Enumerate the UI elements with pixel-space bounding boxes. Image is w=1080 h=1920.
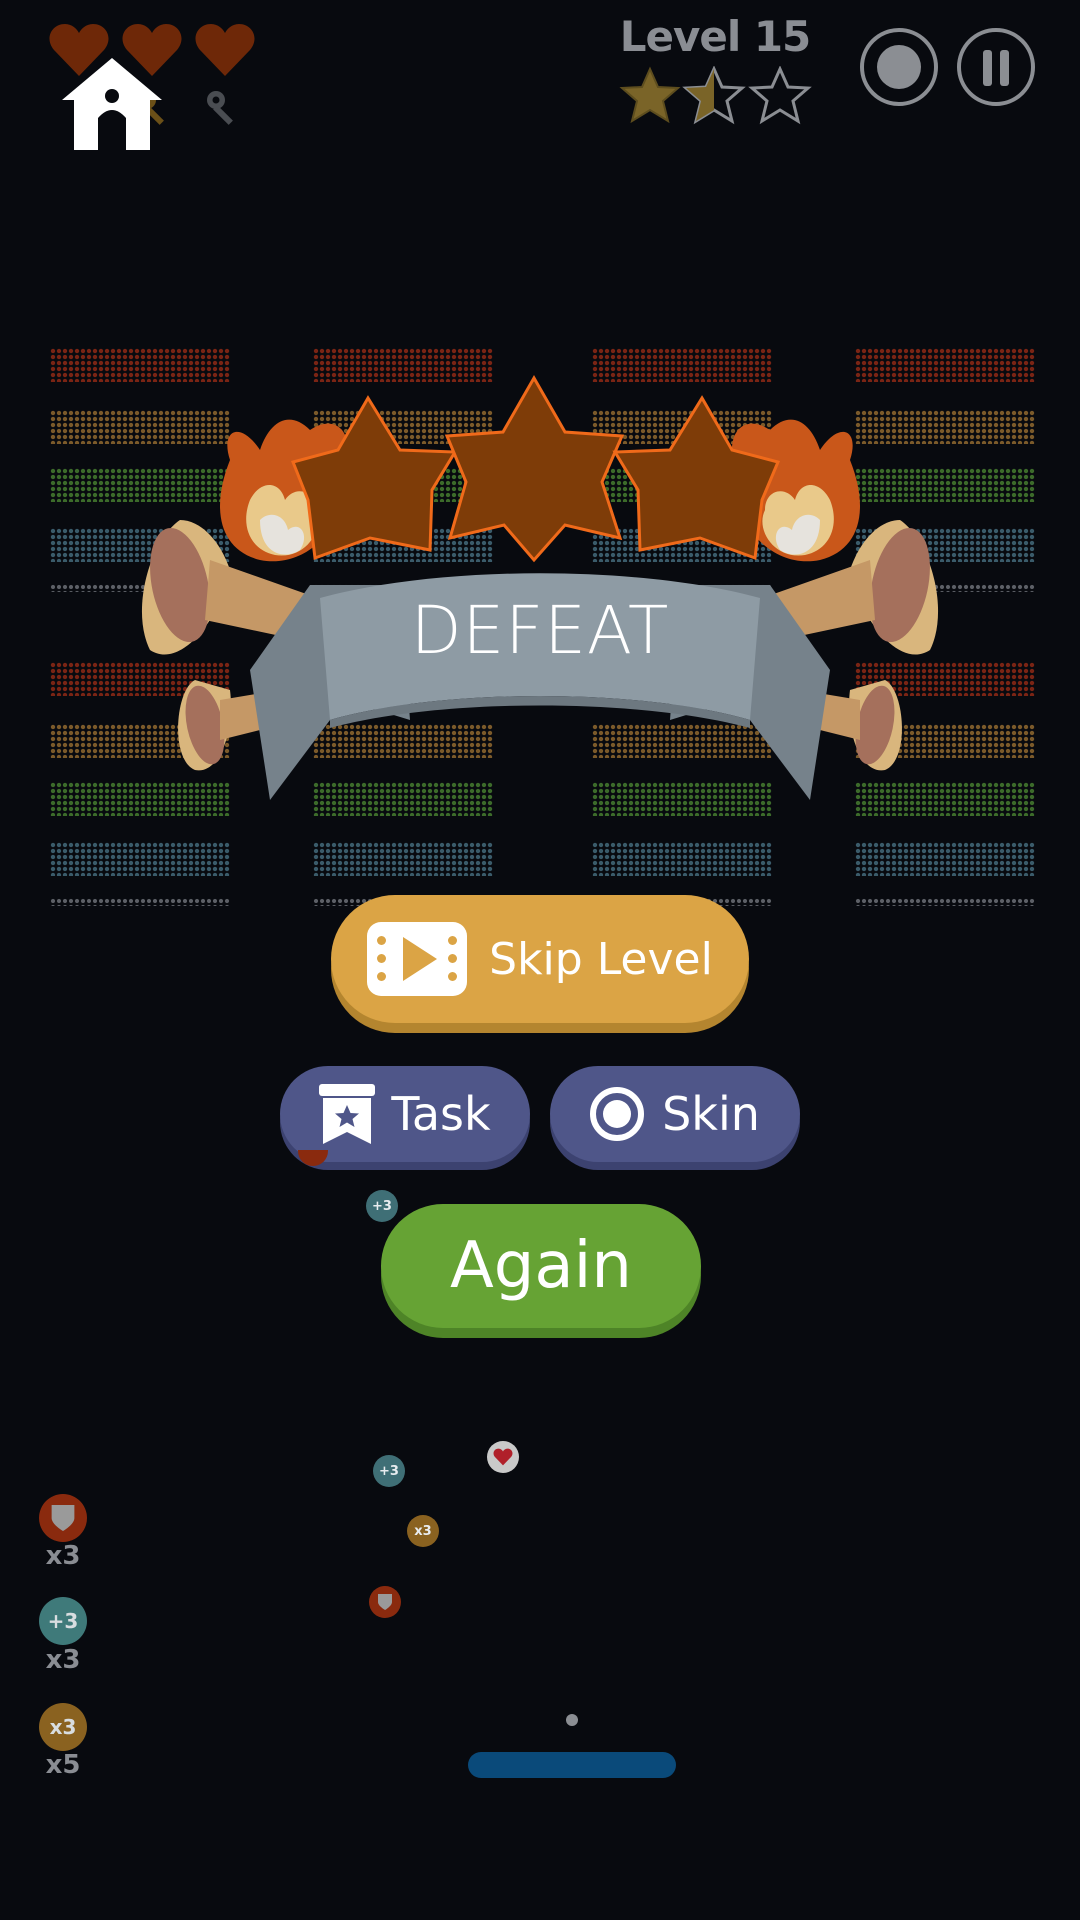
skin-preview-button[interactable]: [860, 28, 938, 106]
orb-partial: [298, 1150, 328, 1166]
brick-row: [50, 842, 230, 876]
skip-level-label: Skip Level: [489, 933, 713, 985]
skip-level-button[interactable]: Skip Level: [331, 895, 749, 1023]
powerup-count: x3: [45, 1645, 81, 1675]
brick-row: [313, 842, 493, 876]
brick-row: [855, 842, 1035, 876]
skin-button[interactable]: Skin: [550, 1066, 800, 1162]
star-icon: [444, 374, 625, 563]
task-button[interactable]: Task: [280, 1066, 530, 1162]
star-icon: [290, 395, 458, 561]
brick-row: [592, 842, 772, 876]
star-icon: [612, 395, 781, 561]
powerup-count: x5: [45, 1750, 81, 1780]
brick-divider: [50, 898, 230, 906]
multiplier-orb: x3: [407, 1515, 439, 1547]
star-icon: [748, 65, 812, 125]
powerup-badge: x3: [49, 1715, 77, 1739]
level-stars: [618, 65, 814, 126]
ball: [566, 1714, 578, 1726]
multiplier-powerup[interactable]: x3: [39, 1703, 87, 1751]
home-button[interactable]: [58, 54, 166, 154]
skin-label: Skin: [662, 1087, 760, 1141]
shield-icon: [378, 1594, 392, 1610]
ball-skin-icon: [590, 1087, 645, 1141]
home-icon: [62, 58, 162, 150]
heart-orb: [487, 1441, 519, 1473]
powerup-count: x3: [45, 1541, 81, 1571]
shield-powerup[interactable]: [39, 1494, 87, 1542]
key-icon: [204, 88, 244, 132]
defeat-banner: DEFEAT: [110, 370, 970, 810]
defeat-title: DEFEAT: [410, 592, 670, 669]
task-icon: [319, 1084, 376, 1144]
level-title: Level 15: [619, 12, 812, 61]
plus-three-orb: +3: [366, 1190, 398, 1222]
heart-icon: [493, 1448, 513, 1466]
ball-icon: [877, 45, 921, 89]
video-icon: [367, 922, 468, 996]
heart-icon: [194, 22, 256, 78]
shield-orb: [369, 1586, 401, 1618]
powerup-badge: +3: [47, 1609, 79, 1633]
again-label: Again: [450, 1229, 632, 1303]
brick-divider: [855, 898, 1035, 906]
again-button[interactable]: Again: [381, 1204, 701, 1328]
star-icon: [619, 66, 681, 124]
task-label: Task: [391, 1087, 491, 1141]
pause-icon: [983, 50, 1009, 86]
plus-three-powerup[interactable]: +3: [39, 1597, 87, 1645]
shield-icon: [51, 1505, 75, 1531]
paddle[interactable]: [468, 1752, 676, 1778]
pause-button[interactable]: [957, 28, 1035, 106]
plus-three-orb: +3: [373, 1455, 405, 1487]
